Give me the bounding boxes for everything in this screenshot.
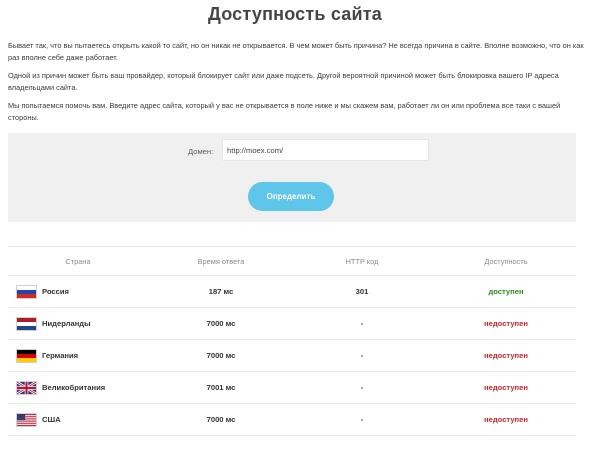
check-form: Домен: http://moex.com/ Определить (8, 133, 576, 222)
flag-usa-icon (16, 404, 38, 435)
status-badge: недоступен (484, 383, 528, 392)
response-time: 187 мс (208, 287, 234, 296)
header-http: HTTP код (345, 256, 379, 266)
page-title: Доступность сайта (207, 4, 382, 24)
country-name: Россия (42, 287, 69, 296)
results-table: Страна Время ответа HTTP код Доступность… (8, 246, 576, 436)
intro-paragraph-3: Мы попытаемся помочь вам. Введите адрес … (8, 101, 561, 123)
check-button[interactable]: Определить (248, 182, 334, 211)
country-name: Нидерланды (42, 319, 91, 328)
header-country: Страна (65, 256, 91, 266)
table-row: США 7000 мс - недоступен (8, 404, 576, 436)
header-time: Время ответа (197, 256, 245, 266)
country-name: США (42, 415, 61, 424)
flag-uk-icon (16, 372, 38, 403)
site-availability-page: Доступность сайта Бывает так, что вы пыт… (0, 0, 590, 450)
status-badge: недоступен (484, 351, 528, 360)
http-code: - (360, 351, 364, 360)
http-code: - (360, 415, 364, 424)
response-time: 7000 мс (206, 319, 236, 328)
domain-input[interactable]: http://moex.com/ (222, 139, 429, 161)
response-time: 7000 мс (206, 351, 236, 360)
header-status: Доступность (484, 256, 528, 266)
intro-paragraph-1: Бывает так, что вы пытаетесь открыть как… (8, 41, 584, 63)
country-name: Великобритания (42, 383, 106, 392)
table-row: Великобритания 7001 мс - недоступен (8, 372, 576, 404)
status-badge: недоступен (484, 415, 528, 424)
response-time: 7000 мс (206, 415, 236, 424)
intro-paragraph-2: Одной из причин может быть ваш провайдер… (8, 71, 559, 93)
response-time: 7001 мс (206, 383, 236, 392)
table-row: Германия 7000 мс - недоступен (8, 340, 576, 372)
http-code: - (360, 383, 364, 392)
flag-russia-icon (16, 276, 38, 307)
results-header-row: Страна Время ответа HTTP код Доступность (8, 247, 576, 276)
table-row: Нидерланды 7000 мс - недоступен (8, 308, 576, 340)
domain-label: Домен: (188, 147, 214, 156)
status-badge: доступен (488, 287, 524, 296)
table-row: Россия 187 мс 301 доступен (8, 276, 576, 308)
flag-germany-icon (16, 340, 38, 371)
status-badge: недоступен (484, 319, 528, 328)
http-code: - (360, 319, 364, 328)
country-name: Германия (42, 351, 79, 360)
flag-netherlands-icon (16, 308, 38, 339)
http-code: 301 (355, 287, 369, 296)
